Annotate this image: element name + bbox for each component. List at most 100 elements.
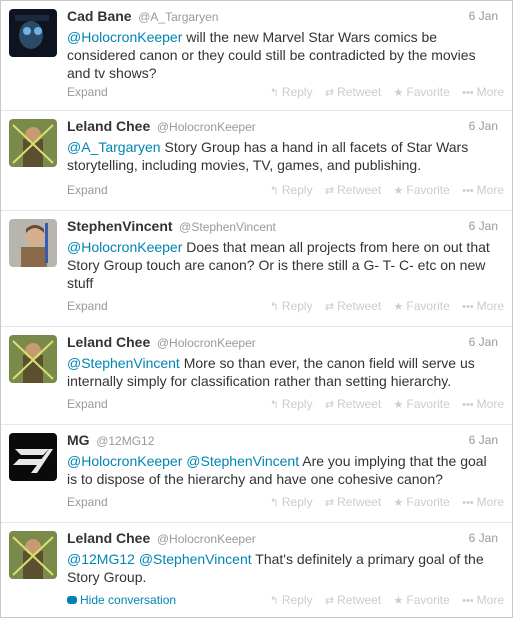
avatar-leland-chee[interactable] (9, 119, 57, 167)
hide-conversation-link[interactable]: Hide conversation (67, 593, 176, 607)
user-handle[interactable]: @HolocronKeeper (157, 336, 256, 350)
tweet-header: MG @12MG12 6 Jan (67, 432, 504, 450)
star-icon: ★ (393, 185, 404, 197)
reply-button[interactable]: ↰ Reply (270, 397, 313, 411)
ellipsis-icon: ••• (462, 87, 474, 99)
retweet-button[interactable]: ⇄ Retweet (325, 397, 381, 411)
expand-link[interactable]: Expand (67, 85, 108, 99)
tweet-actions: ↰ Reply ⇄ Retweet ★ Favorite ••• More (261, 397, 504, 411)
retweet-icon: ⇄ (324, 185, 335, 197)
reply-button[interactable]: ↰ Reply (270, 183, 313, 197)
favorite-button[interactable]: ★ Favorite (394, 397, 450, 411)
user-handle[interactable]: @A_Targaryen (138, 10, 218, 24)
avatar-mg[interactable] (9, 433, 57, 481)
tweet-actions: ↰ Reply ⇄ Retweet ★ Favorite ••• More (261, 183, 504, 197)
tweet-4[interactable]: Leland Chee @HolocronKeeper 6 Jan @Steph… (1, 327, 512, 425)
star-icon: ★ (393, 497, 404, 509)
reply-arrow-icon: ↰ (269, 301, 279, 313)
more-button[interactable]: ••• More (462, 183, 504, 197)
tweet-text: @A_Targaryen Story Group has a hand in a… (67, 138, 497, 174)
mention-link[interactable]: @StephenVincent (139, 551, 252, 567)
more-button[interactable]: ••• More (462, 85, 504, 99)
reply-arrow-icon: ↰ (269, 497, 279, 509)
expand-link[interactable]: Expand (67, 183, 108, 197)
star-icon: ★ (393, 301, 404, 313)
tweet-date[interactable]: 6 Jan (469, 433, 498, 447)
avatar-cad-bane[interactable] (9, 9, 57, 57)
user-name[interactable]: Cad Bane (67, 8, 132, 24)
ellipsis-icon: ••• (462, 595, 474, 607)
expand-link[interactable]: Expand (67, 495, 108, 509)
tweet-footer: Expand ↰ Reply ⇄ Retweet ★ Favorite ••• More (67, 85, 504, 101)
tweet-actions: ↰ Reply ⇄ Retweet ★ Favorite ••• More (261, 495, 504, 509)
favorite-button[interactable]: ★ Favorite (394, 85, 450, 99)
tweet-header: Leland Chee @HolocronKeeper 6 Jan (67, 334, 504, 352)
mention-link[interactable]: @StephenVincent (67, 355, 180, 371)
tweet-header: Cad Bane @A_Targaryen 6 Jan (67, 8, 504, 26)
mention-link[interactable]: @HolocronKeeper (67, 29, 182, 45)
retweet-button[interactable]: ⇄ Retweet (325, 593, 381, 607)
tweet-text: @HolocronKeeper @StephenVincent Are you … (67, 452, 497, 488)
retweet-button[interactable]: ⇄ Retweet (325, 299, 381, 313)
user-name[interactable]: StephenVincent (67, 218, 173, 234)
mention-link[interactable]: @StephenVincent (186, 453, 299, 469)
tweet-date[interactable]: 6 Jan (469, 219, 498, 233)
expand-link[interactable]: Expand (67, 397, 108, 411)
retweet-button[interactable]: ⇄ Retweet (325, 183, 381, 197)
user-handle[interactable]: @HolocronKeeper (157, 120, 256, 134)
favorite-button[interactable]: ★ Favorite (394, 495, 450, 509)
retweet-button[interactable]: ⇄ Retweet (325, 85, 381, 99)
user-name[interactable]: Leland Chee (67, 530, 150, 546)
user-handle[interactable]: @HolocronKeeper (157, 532, 256, 546)
mention-link[interactable]: @HolocronKeeper (67, 453, 182, 469)
tweet-text: @12MG12 @StephenVincent That's definitel… (67, 550, 497, 586)
tweet-date[interactable]: 6 Jan (469, 119, 498, 133)
tweet-header: Leland Chee @HolocronKeeper 6 Jan (67, 118, 504, 136)
reply-button[interactable]: ↰ Reply (270, 85, 313, 99)
reply-button[interactable]: ↰ Reply (270, 299, 313, 313)
user-handle[interactable]: @StephenVincent (179, 220, 276, 234)
tweet-date[interactable]: 6 Jan (469, 9, 498, 23)
ellipsis-icon: ••• (462, 301, 474, 313)
retweet-icon: ⇄ (324, 87, 335, 99)
tweet-1[interactable]: Cad Bane @A_Targaryen 6 Jan @HolocronKee… (1, 1, 512, 111)
reply-arrow-icon: ↰ (269, 87, 279, 99)
expand-link[interactable]: Expand (67, 299, 108, 313)
retweet-button[interactable]: ⇄ Retweet (325, 495, 381, 509)
tweet-3[interactable]: StephenVincent @StephenVincent 6 Jan @Ho… (1, 211, 512, 327)
ellipsis-icon: ••• (462, 185, 474, 197)
tweet-actions: ↰ Reply ⇄ Retweet ★ Favorite ••• More (261, 299, 504, 313)
tweet-2[interactable]: Leland Chee @HolocronKeeper 6 Jan @A_Tar… (1, 111, 512, 211)
tweet-actions: ↰ Reply ⇄ Retweet ★ Favorite ••• More (261, 85, 504, 99)
favorite-button[interactable]: ★ Favorite (394, 593, 450, 607)
more-button[interactable]: ••• More (462, 299, 504, 313)
mention-link[interactable]: @A_Targaryen (67, 139, 161, 155)
reply-button[interactable]: ↰ Reply (270, 593, 313, 607)
mention-link[interactable]: @HolocronKeeper (67, 239, 182, 255)
more-button[interactable]: ••• More (462, 495, 504, 509)
mention-link[interactable]: @12MG12 (67, 551, 135, 567)
reply-button[interactable]: ↰ Reply (270, 495, 313, 509)
user-name[interactable]: MG (67, 432, 90, 448)
avatar-leland-chee[interactable] (9, 531, 57, 579)
star-icon: ★ (393, 399, 404, 411)
conversation-timeline: Cad Bane @A_Targaryen 6 Jan @HolocronKee… (0, 0, 513, 618)
tweet-header: StephenVincent @StephenVincent 6 Jan (67, 218, 504, 236)
favorite-button[interactable]: ★ Favorite (394, 183, 450, 197)
tweet-text: @HolocronKeeper Does that mean all proje… (67, 238, 497, 292)
star-icon: ★ (393, 87, 404, 99)
user-handle[interactable]: @12MG12 (96, 434, 154, 448)
tweet-date[interactable]: 6 Jan (469, 335, 498, 349)
favorite-button[interactable]: ★ Favorite (394, 299, 450, 313)
user-name[interactable]: Leland Chee (67, 118, 150, 134)
more-button[interactable]: ••• More (462, 397, 504, 411)
tweet-date[interactable]: 6 Jan (469, 531, 498, 545)
ellipsis-icon: ••• (462, 497, 474, 509)
avatar-stephen-vincent[interactable] (9, 219, 57, 267)
tweet-6[interactable]: Leland Chee @HolocronKeeper 6 Jan @12MG1… (1, 523, 512, 617)
tweet-actions: ↰ Reply ⇄ Retweet ★ Favorite ••• More (261, 593, 504, 607)
tweet-5[interactable]: MG @12MG12 6 Jan @HolocronKeeper @Stephe… (1, 425, 512, 523)
user-name[interactable]: Leland Chee (67, 334, 150, 350)
avatar-leland-chee[interactable] (9, 335, 57, 383)
more-button[interactable]: ••• More (462, 593, 504, 607)
